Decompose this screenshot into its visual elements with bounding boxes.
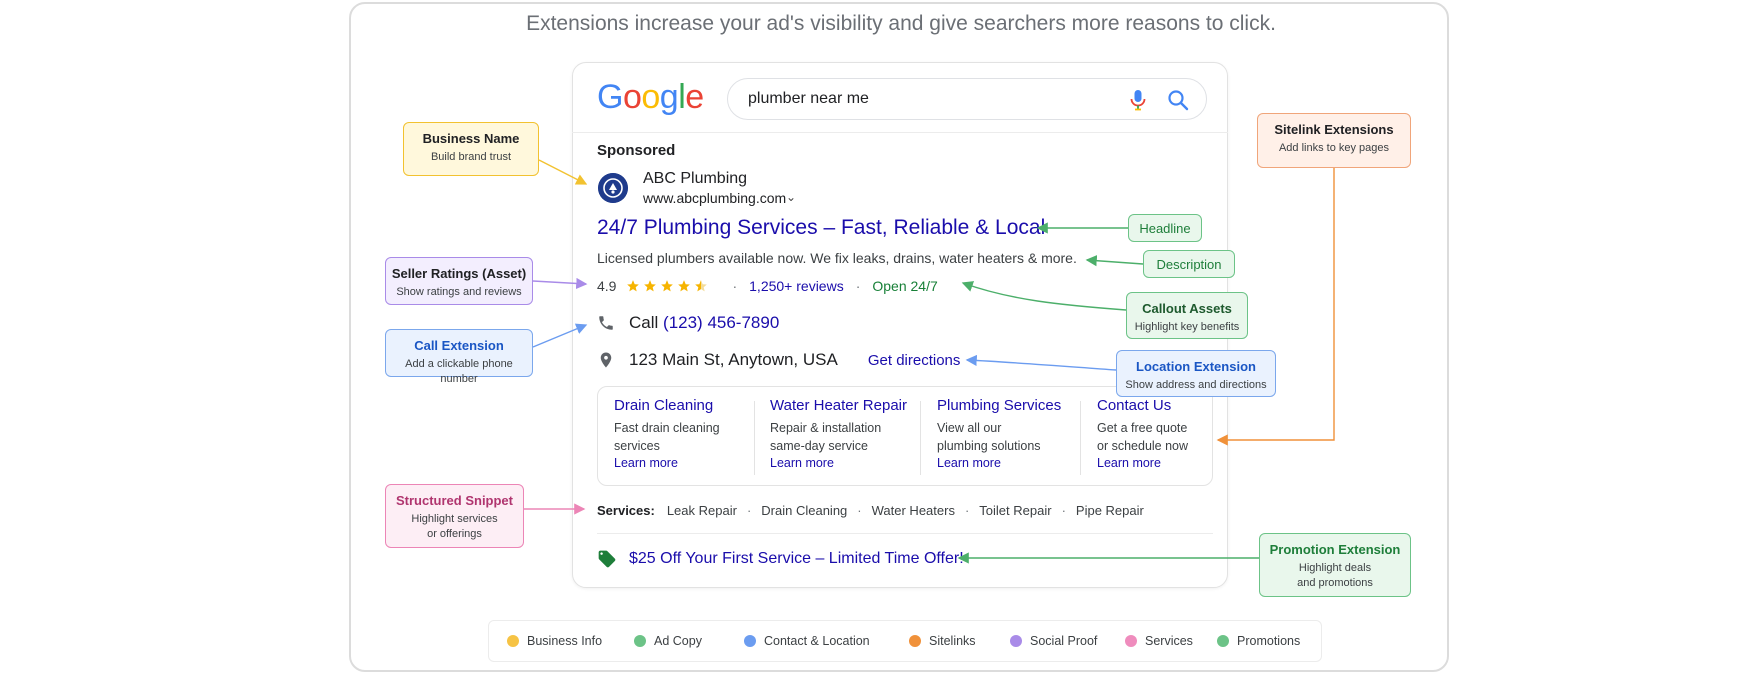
legend-label: Business Info (527, 634, 603, 648)
arrow-callout-assets (961, 281, 1127, 311)
arrow-business-name (538, 159, 588, 185)
arrow-sitelink-extensions (1216, 168, 1335, 446)
legend-item: Promotions (1217, 634, 1300, 648)
arrow-description (1085, 255, 1144, 267)
legend-swatch (1125, 635, 1137, 647)
legend-swatch (909, 635, 921, 647)
legend-item: Ad Copy (634, 634, 702, 648)
legend-label: Ad Copy (654, 634, 702, 648)
legend-item: Business Info (507, 634, 602, 648)
legend-item: Contact & Location (744, 634, 870, 648)
legend-swatch (1217, 635, 1229, 647)
arrow-seller-ratings (532, 277, 588, 290)
legend-item: Social Proof (1010, 634, 1097, 648)
arrow-location-extension (965, 354, 1117, 371)
legend-swatch (507, 635, 519, 647)
legend-swatch (1010, 635, 1022, 647)
legend-swatch (634, 635, 646, 647)
legend-label: Services (1145, 634, 1193, 648)
legend-label: Sitelinks (929, 634, 976, 648)
legend: Business Info Ad Copy Contact & Location… (488, 620, 1322, 662)
legend-swatch (744, 635, 756, 647)
callout-arrows (524, 159, 1335, 564)
legend-label: Contact & Location (764, 634, 870, 648)
legend-label: Promotions (1237, 634, 1301, 648)
legend-item: Services (1125, 634, 1193, 648)
arrow-call-extension (532, 323, 588, 348)
legend-item: Sitelinks (909, 634, 976, 648)
legend-label: Social Proof (1030, 634, 1098, 648)
